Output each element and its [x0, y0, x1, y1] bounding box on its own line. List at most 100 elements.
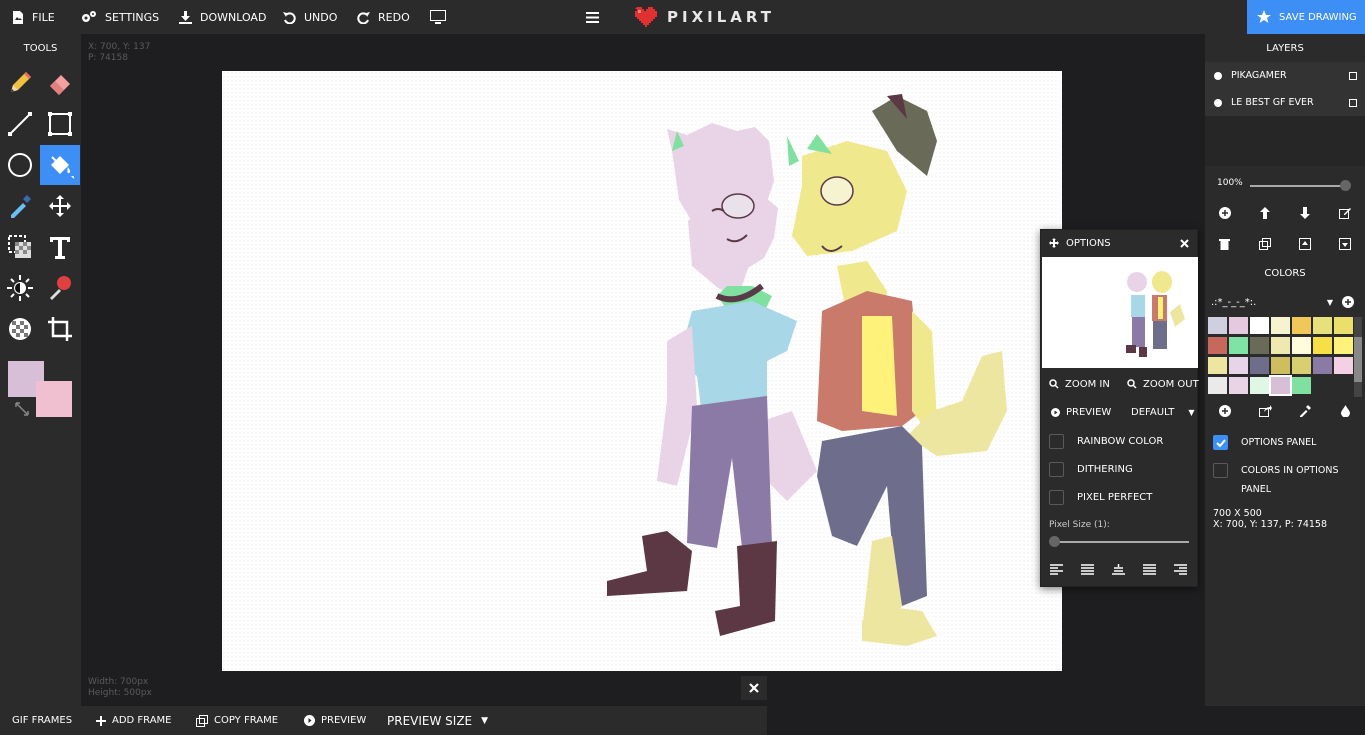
edit-icon[interactable] — [1339, 207, 1351, 219]
color-swatch[interactable] — [1229, 377, 1248, 394]
color-swatch[interactable] — [1313, 357, 1332, 374]
dithering-checkbox[interactable] — [1049, 461, 1064, 477]
redo-button[interactable]: REDO — [357, 0, 410, 34]
pixel-perfect-option[interactable]: PIXEL PERFECT — [1041, 487, 1199, 507]
align-left-icon[interactable] — [1050, 564, 1063, 576]
trash-icon[interactable] — [1219, 238, 1230, 250]
eraser-tool[interactable] — [40, 63, 80, 103]
eyedropper-tool[interactable] — [0, 186, 40, 226]
swap-colors-button[interactable] — [15, 401, 29, 416]
add-layer-icon[interactable] — [1219, 207, 1231, 219]
line-tool[interactable] — [0, 104, 40, 144]
color-swatch[interactable] — [1334, 317, 1353, 334]
color-swatch[interactable] — [1229, 357, 1248, 374]
pixel-perfect-checkbox[interactable] — [1049, 489, 1064, 505]
merge-down-icon[interactable] — [1339, 238, 1351, 250]
file-menu[interactable]: FILE — [12, 0, 55, 34]
opacity-handle[interactable] — [1340, 180, 1351, 191]
color-swatch[interactable] — [1292, 337, 1311, 354]
palette-scrollbar[interactable] — [1354, 317, 1362, 397]
palette-select[interactable]: .:*_-_-_*:. ▼ — [1211, 295, 1333, 309]
crop-tool[interactable] — [40, 309, 80, 349]
color-swatch[interactable] — [1229, 337, 1248, 354]
options-header[interactable]: OPTIONS — [1041, 230, 1197, 256]
close-icon[interactable] — [1180, 238, 1189, 248]
text-tool[interactable] — [40, 227, 80, 267]
rectangle-tool[interactable] — [40, 104, 80, 144]
align-bottom-icon[interactable] — [1112, 564, 1125, 576]
droplet-icon[interactable] — [1341, 405, 1350, 417]
fill-bucket-tool[interactable] — [40, 145, 80, 185]
layer-item[interactable]: LE BEST GF EVER — [1205, 89, 1365, 116]
add-frame-button[interactable]: ADD FRAME — [96, 706, 172, 735]
copy-frame-button[interactable]: COPY FRAME — [196, 706, 278, 735]
close-frames-button[interactable] — [741, 676, 767, 700]
color-swatch[interactable] — [1208, 357, 1227, 374]
share-icon[interactable] — [1259, 405, 1272, 417]
color-swatch[interactable] — [1292, 357, 1311, 374]
preview-toggle[interactable]: PREVIEW — [1051, 407, 1111, 418]
rainbow-checkbox[interactable] — [1049, 433, 1064, 449]
color-swatch[interactable] — [1292, 317, 1311, 334]
color-swatch[interactable] — [1208, 337, 1227, 354]
options-panel-toggle[interactable]: OPTIONS PANEL — [1213, 434, 1316, 450]
dithering-option[interactable]: DITHERING — [1041, 459, 1199, 479]
move-tool[interactable] — [40, 186, 80, 226]
secondary-color-swatch[interactable] — [36, 381, 72, 417]
arrow-up-icon[interactable] — [1259, 207, 1271, 219]
color-swatch[interactable] — [1250, 357, 1269, 374]
color-swatch[interactable] — [1292, 377, 1311, 394]
undo-button[interactable]: UNDO — [283, 0, 337, 34]
color-swatch[interactable] — [1334, 337, 1353, 354]
color-swatch[interactable] — [1334, 357, 1353, 374]
layer-visibility-dot[interactable] — [1214, 71, 1222, 80]
scrollbar-thumb[interactable] — [1354, 337, 1362, 382]
merge-up-icon[interactable] — [1299, 238, 1311, 250]
colors-in-options-toggle[interactable]: COLORS IN OPTIONS — [1213, 462, 1339, 478]
align-center-icon[interactable] — [1081, 564, 1094, 576]
duplicate-icon[interactable] — [1259, 238, 1271, 250]
select-tool[interactable] — [0, 227, 40, 267]
color-swatch[interactable] — [1250, 317, 1269, 334]
drawing-canvas[interactable] — [222, 71, 1062, 671]
layer-checkbox[interactable] — [1349, 98, 1357, 107]
zoom-in-button[interactable]: ZOOM IN — [1049, 379, 1110, 390]
preview-size-select[interactable]: PREVIEW SIZE ▼ — [387, 706, 488, 735]
pixel-size-slider[interactable] — [1049, 536, 1189, 547]
layer-checkbox[interactable] — [1349, 71, 1357, 80]
pencil-tool[interactable] — [0, 63, 40, 103]
align-right-icon[interactable] — [1174, 564, 1187, 576]
download-button[interactable]: DOWNLOAD — [179, 0, 266, 34]
slider-handle[interactable] — [1049, 536, 1060, 547]
rainbow-option[interactable]: RAINBOW COLOR — [1041, 431, 1199, 451]
color-picker-icon[interactable] — [1299, 405, 1311, 417]
save-drawing-button[interactable]: SAVE DRAWING — [1247, 0, 1365, 34]
color-swatch[interactable] — [1271, 337, 1290, 354]
color-swatch[interactable] — [1269, 375, 1292, 396]
arrow-down-icon[interactable] — [1299, 207, 1311, 219]
color-swatch[interactable] — [1229, 317, 1248, 334]
circle-tool[interactable] — [0, 145, 40, 185]
color-swatch[interactable] — [1271, 357, 1290, 374]
color-swatch[interactable] — [1208, 317, 1227, 334]
layer-item[interactable]: PIKAGAMER — [1205, 62, 1365, 89]
options-panel-checkbox[interactable] — [1213, 434, 1228, 450]
zoom-out-button[interactable]: ZOOM OUT — [1127, 379, 1199, 390]
preview-mode-select[interactable]: DEFAULT ▼ — [1131, 407, 1194, 418]
color-swatch[interactable] — [1313, 337, 1332, 354]
add-color-icon[interactable] — [1219, 405, 1231, 417]
layer-visibility-dot[interactable] — [1214, 98, 1222, 107]
align-justify-icon[interactable] — [1143, 564, 1156, 576]
color-swatch[interactable] — [1271, 317, 1290, 334]
settings-menu[interactable]: SETTINGS — [81, 0, 159, 34]
preview-button[interactable]: PREVIEW — [304, 706, 366, 735]
color-swatch[interactable] — [1250, 337, 1269, 354]
add-palette-icon[interactable] — [1342, 296, 1354, 308]
hamburger-menu[interactable] — [586, 0, 607, 34]
stamp-tool[interactable] — [40, 268, 80, 308]
color-swatch[interactable] — [1208, 377, 1227, 394]
transparency-tool[interactable] — [0, 309, 40, 349]
lighten-tool[interactable] — [0, 268, 40, 308]
color-swatch[interactable] — [1250, 377, 1269, 394]
color-swatch[interactable] — [1313, 317, 1332, 334]
